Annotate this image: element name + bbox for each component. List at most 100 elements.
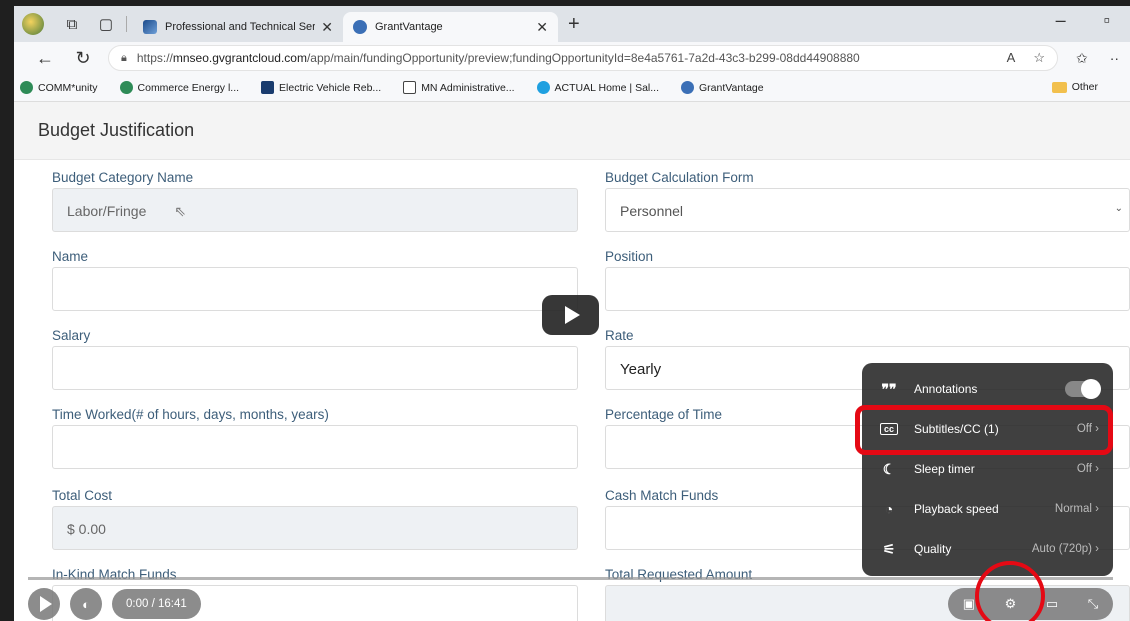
refresh-icon[interactable]: ↻ — [68, 48, 98, 69]
salary-input[interactable] — [52, 346, 578, 390]
settings-value: Normal › — [1054, 503, 1099, 515]
window-frame-left — [0, 0, 14, 621]
total-cost-field: $ 0.00 — [52, 506, 578, 550]
sleep-timer-value: Off — [1076, 463, 1092, 475]
total-cost-label: Total Cost — [52, 488, 113, 503]
settings-annotations[interactable]: ❞❞ Annotations — [862, 369, 1113, 409]
bookmark-commerce-energy[interactable]: Commerce Energy l... — [119, 81, 240, 94]
budget-category-name-value: Labor/Fringe — [67, 203, 147, 219]
play-pause-button[interactable] — [28, 588, 60, 620]
url-host: mnseo.gvgrantcloud.com — [172, 51, 307, 65]
folder-icon — [1051, 81, 1067, 93]
playback-speed-value: Normal — [1054, 503, 1092, 515]
tab-divider — [126, 16, 127, 32]
restore-icon[interactable]: ▫ — [1104, 10, 1110, 31]
settings-value: Off › — [1076, 463, 1099, 475]
tab-title: GrantVantage — [375, 21, 443, 33]
total-cost-value: $ 0.00 — [67, 521, 106, 537]
close-tab-icon[interactable]: ✕ — [536, 19, 548, 36]
settings-playback-speed[interactable]: ◔ Playback speed Normal › — [862, 489, 1113, 529]
rate-value: Yearly — [620, 361, 662, 378]
budget-calculation-form-value: Personnel — [620, 203, 684, 219]
document-icon — [403, 81, 417, 94]
settings-label: Annotations — [914, 382, 978, 396]
cloud-icon — [536, 81, 550, 94]
minimize-icon[interactable]: – — [1056, 10, 1066, 31]
time-worked-input[interactable] — [52, 425, 578, 469]
settings-label: Sleep timer — [914, 462, 975, 476]
window-controls: – ▫ — [1056, 10, 1110, 31]
position-input[interactable] — [605, 267, 1130, 311]
bookmark-grantvantage[interactable]: GrantVantage — [681, 81, 764, 94]
settings-sleep-timer[interactable]: ☾ Sleep timer Off › — [862, 449, 1113, 489]
play-icon — [565, 306, 580, 324]
volume-button[interactable]: ◐ — [70, 588, 102, 620]
settings-label: Quality — [914, 542, 952, 556]
quality-value: Auto (720p) — [1031, 543, 1092, 555]
video-controls-left: ◐ 0:00 / 16:41 — [28, 588, 201, 620]
url-field[interactable]: 🔒︎ https://mnseo.gvgrantcloud.com/app/ma… — [108, 45, 1058, 71]
time-worked-label: Time Worked(# of hours, days, months, ye… — [52, 407, 329, 422]
fullscreen-icon[interactable]: ⤡ — [1088, 596, 1098, 612]
leaf-icon — [119, 81, 133, 94]
bookmark-mn-administrative[interactable]: MN Administrative... — [403, 81, 515, 94]
bookmark-label: GrantVantage — [699, 81, 764, 94]
video-play-button[interactable] — [542, 295, 599, 335]
bookmark-community[interactable]: COMM*unity — [20, 81, 98, 94]
video-progress-bar[interactable] — [28, 577, 1113, 580]
video-settings-menu: ❞❞ Annotations cc Subtitles/CC (1) Off ›… — [862, 363, 1113, 576]
settings-quality[interactable]: ⚟ Quality Auto (720p) › — [862, 529, 1113, 569]
name-label: Name — [52, 249, 89, 264]
page-title: Budget Justification — [14, 102, 1130, 160]
workspaces-icon[interactable]: ⧉ — [58, 10, 86, 38]
position-label: Position — [605, 249, 654, 264]
url-path: /app/main/fundingOpportunity/preview;fun… — [306, 51, 860, 65]
more-icon[interactable]: ·· — [1110, 50, 1119, 67]
video-time: 0:00 / 16:41 — [112, 589, 201, 619]
sleep-timer-icon: ☾ — [882, 460, 896, 477]
bookmark-actual-home[interactable]: ACTUAL Home | Sal... — [536, 81, 659, 94]
bookmark-label: ACTUAL Home | Sal... — [554, 81, 659, 94]
theater-mode-icon[interactable]: ▭ — [1046, 596, 1058, 612]
close-tab-icon[interactable]: ✕ — [321, 19, 333, 36]
annotations-toggle[interactable] — [1065, 379, 1101, 399]
tab-title: Professional and Technical Service — [165, 21, 316, 33]
tab-actions-icon[interactable]: ▢ — [92, 10, 120, 38]
lock-icon: 🔒︎ — [121, 51, 127, 64]
cc-button-icon[interactable]: ▣ — [963, 596, 975, 612]
budget-calculation-form-label: Budget Calculation Form — [605, 170, 754, 185]
mn-logo-icon — [261, 81, 275, 94]
rate-label: Rate — [605, 328, 634, 343]
tab-grantvantage[interactable]: GrantVantage ✕ — [343, 12, 558, 42]
bookmark-label: Commerce Energy l... — [137, 81, 240, 94]
bookmark-label: MN Administrative... — [421, 81, 515, 94]
new-tab-icon[interactable]: + — [568, 13, 580, 36]
url-scheme: https:// — [136, 51, 173, 65]
read-aloud-icon[interactable]: A — [1007, 50, 1016, 66]
playback-speed-icon: ◔ — [884, 501, 894, 517]
browser-tab-bar: ⧉ ▢ Professional and Technical Service ✕… — [14, 6, 1130, 42]
quality-icon: ⚟ — [882, 540, 896, 557]
address-bar-row: ← ↻ 🔒︎ https://mnseo.gvgrantcloud.com/ap… — [14, 42, 1130, 74]
profile-avatar[interactable] — [22, 13, 44, 35]
toolbar-extras: ✩ ·· — [1076, 50, 1119, 67]
bookmark-label: COMM*unity — [38, 81, 98, 94]
url-actions: A ☆ — [1007, 50, 1045, 66]
tab-professional-services[interactable]: Professional and Technical Service ✕ — [133, 12, 343, 42]
name-input[interactable] — [52, 267, 578, 311]
salary-label: Salary — [52, 328, 91, 343]
favorite-star-icon[interactable]: ☆ — [1033, 50, 1045, 66]
bookmark-label: Electric Vehicle Reb... — [279, 81, 382, 94]
back-icon[interactable]: ← — [30, 48, 60, 69]
settings-label: Playback speed — [914, 502, 999, 516]
mouse-cursor-icon: ⇖ — [174, 203, 187, 219]
percentage-of-time-label: Percentage of Time — [605, 407, 723, 422]
subtitles-highlight-annotation — [855, 405, 1113, 455]
budget-category-name-field: Labor/Fringe ⇖ — [52, 188, 578, 232]
bookmark-electric-vehicle[interactable]: Electric Vehicle Reb... — [261, 81, 381, 94]
other-bookmarks[interactable]: Other — [1051, 81, 1098, 93]
site-favicon-icon — [143, 20, 157, 34]
favorites-icon[interactable]: ✩ — [1076, 50, 1088, 67]
settings-value: Auto (720p) › — [1031, 543, 1099, 555]
budget-calculation-form-select[interactable]: Personnel ⌄ — [605, 188, 1130, 232]
